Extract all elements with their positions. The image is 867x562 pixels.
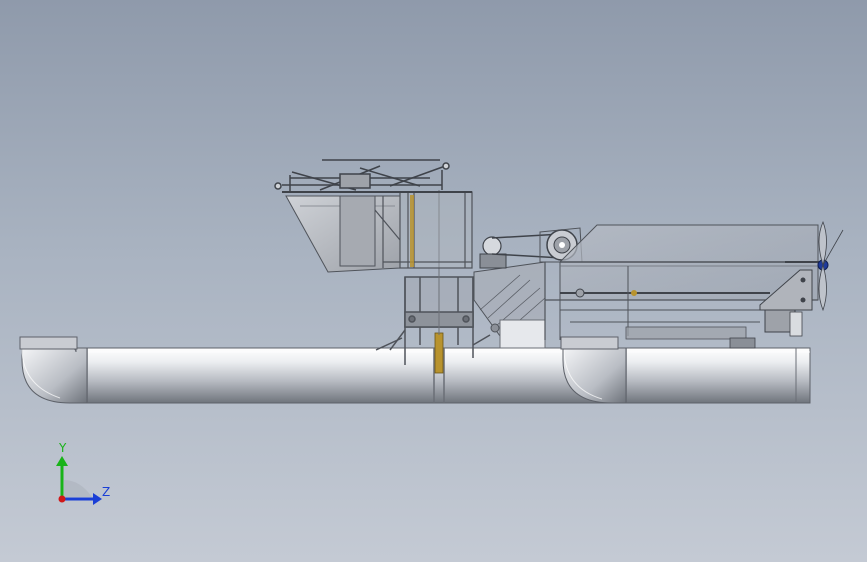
propeller-blade xyxy=(818,263,827,312)
z-axis-label: Z xyxy=(102,485,111,499)
scissor-linkage xyxy=(274,159,472,193)
right-elbow-rim xyxy=(560,336,619,350)
upper-platform xyxy=(285,191,473,273)
brass-pole xyxy=(434,332,444,374)
coordinate-triad xyxy=(56,456,102,505)
machine-drawing xyxy=(19,159,844,505)
control-box xyxy=(339,195,376,267)
x-axis-origin xyxy=(58,495,66,503)
y-axis-label: Y xyxy=(59,441,67,455)
conveyor-chute xyxy=(473,261,546,349)
left-elbow-rim xyxy=(19,336,78,350)
left-elbow xyxy=(21,347,88,404)
cad-viewport[interactable]: Y Z xyxy=(0,0,867,562)
propeller-blade xyxy=(818,220,827,267)
xy-plane-patch xyxy=(64,480,92,497)
pontoon xyxy=(19,336,811,404)
